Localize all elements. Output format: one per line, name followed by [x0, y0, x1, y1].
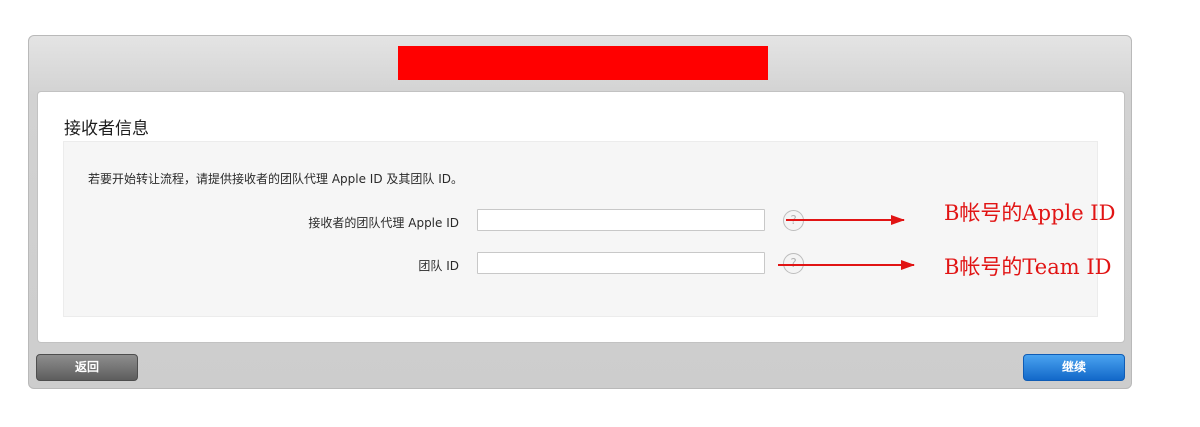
apple-id-label: 接收者的团队代理 Apple ID: [308, 216, 459, 230]
team-id-input[interactable]: [477, 252, 765, 274]
team-id-label: 团队 ID: [418, 259, 459, 273]
help-icon[interactable]: ?: [783, 253, 804, 274]
redacted-header-block: [398, 46, 768, 80]
back-button[interactable]: 返回: [36, 354, 138, 381]
apple-id-annotation: B帐号的Apple ID: [944, 201, 1116, 225]
continue-button[interactable]: 继续: [1023, 354, 1125, 381]
apple-id-input[interactable]: [477, 209, 765, 231]
intro-text: 若要开始转让流程，请提供接收者的团队代理 Apple ID 及其团队 ID。: [88, 172, 463, 186]
team-id-annotation: B帐号的Team ID: [944, 255, 1112, 279]
help-icon[interactable]: ?: [783, 210, 804, 231]
panel-title: 接收者信息: [64, 119, 149, 139]
recipient-form: 若要开始转让流程，请提供接收者的团队代理 Apple ID 及其团队 ID。 接…: [63, 141, 1098, 317]
